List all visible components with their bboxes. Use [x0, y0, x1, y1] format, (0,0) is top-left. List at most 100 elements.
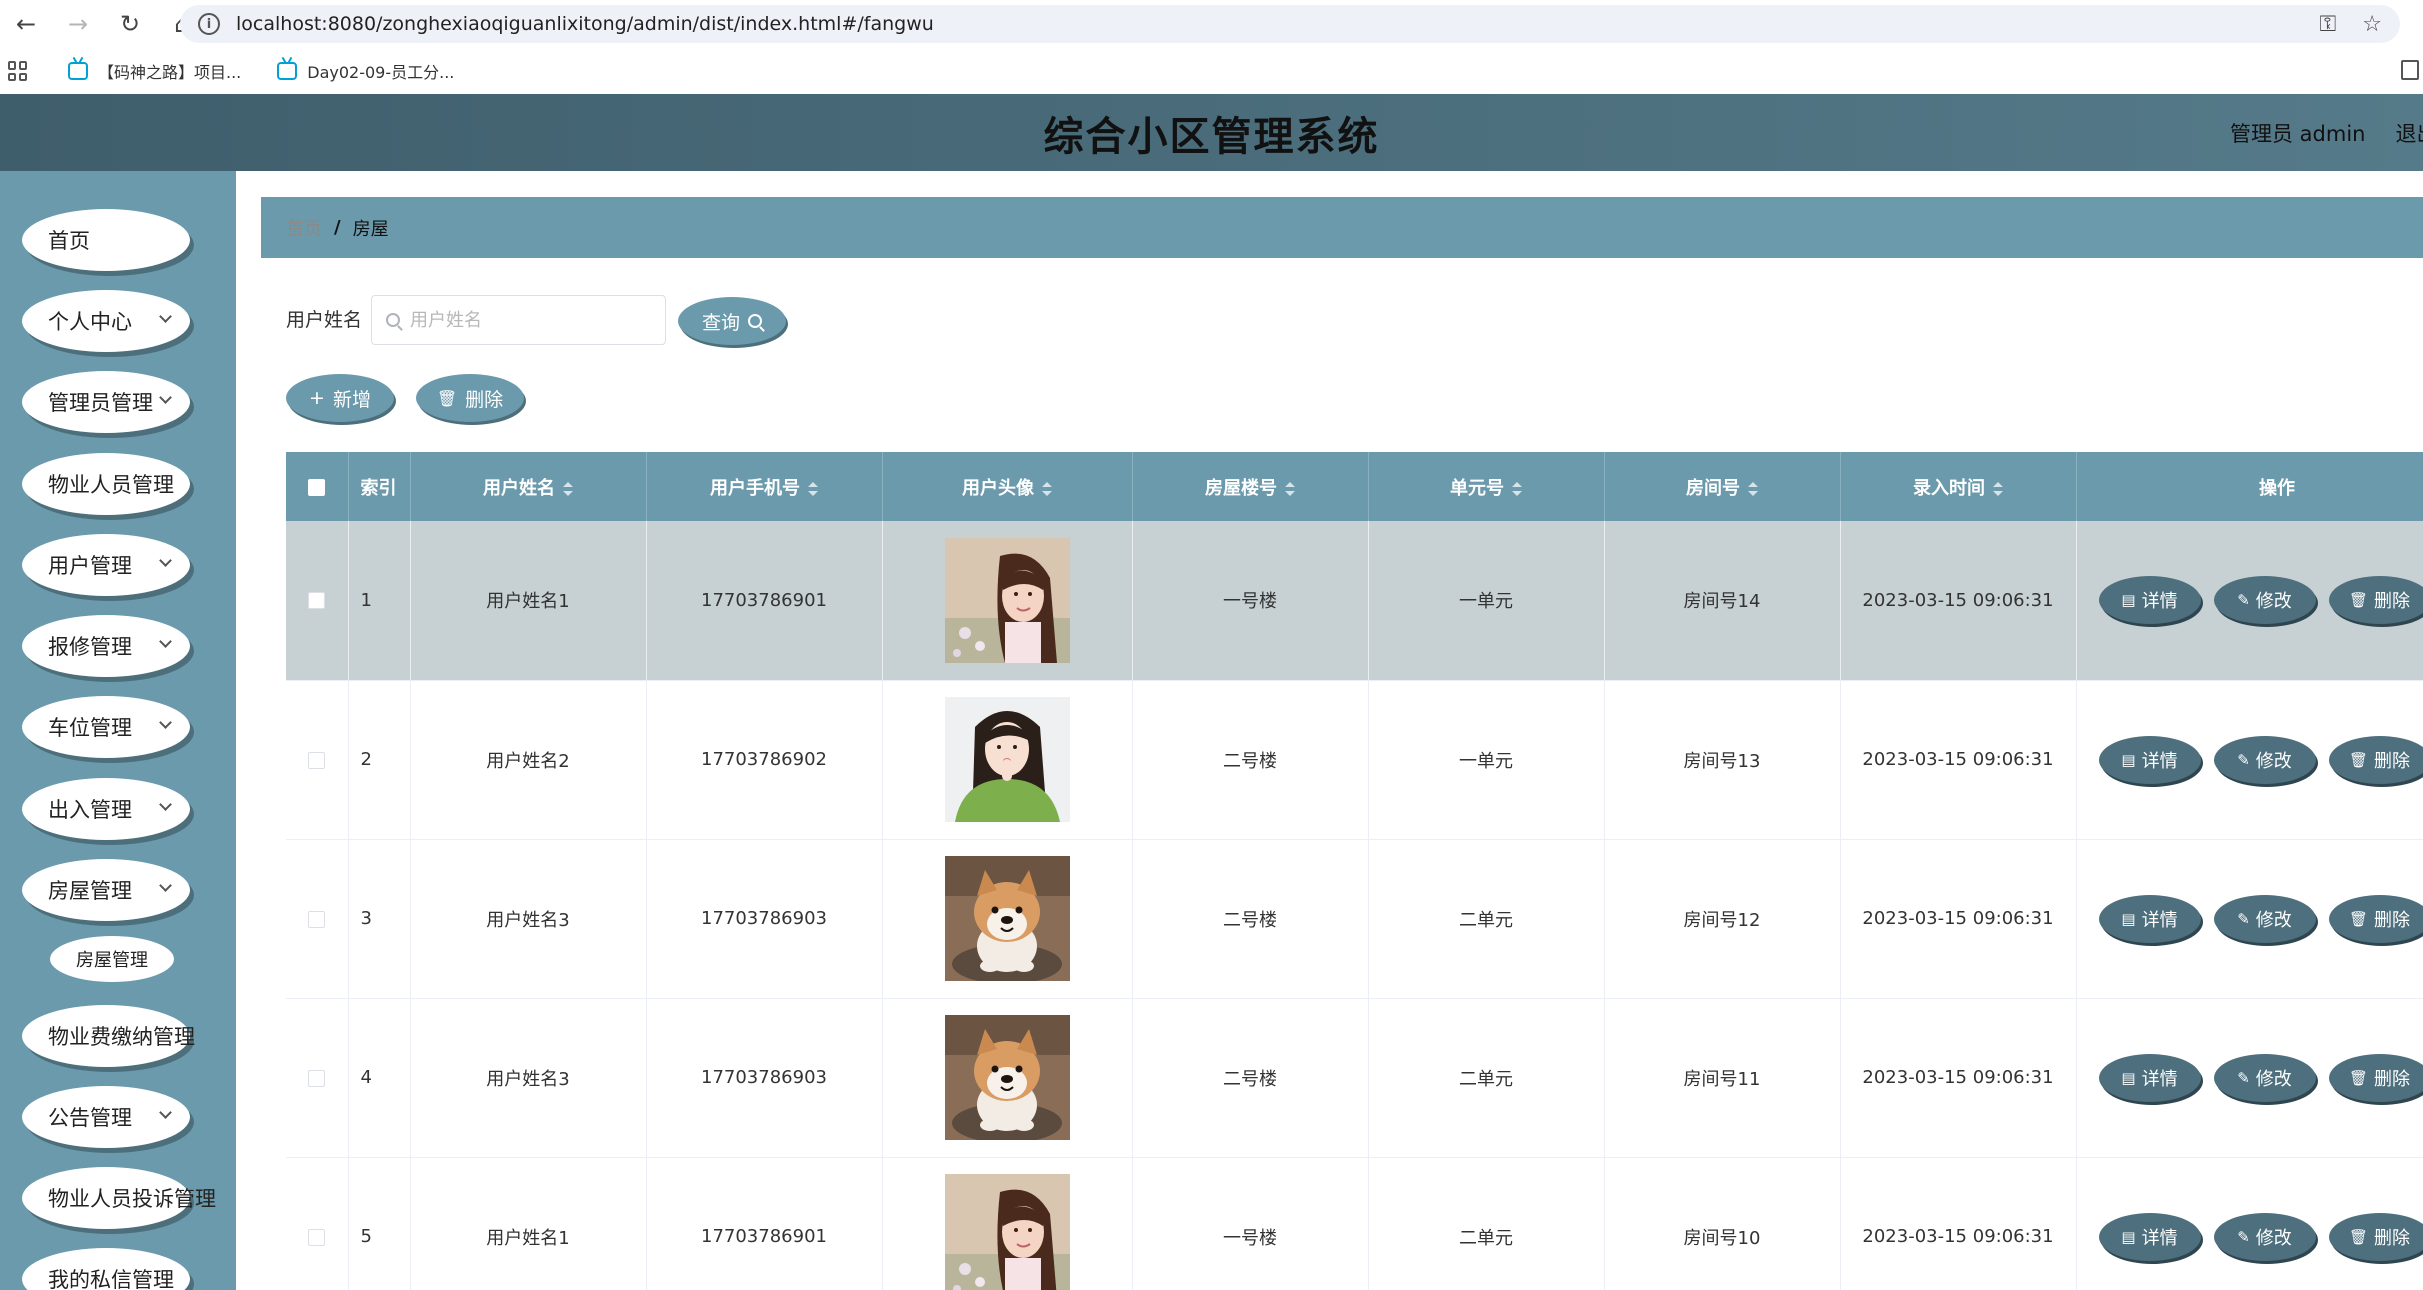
delete-button[interactable]: 🗑 删除 — [2328, 1053, 2423, 1102]
apps-grid-icon[interactable] — [8, 61, 28, 81]
edit-button[interactable]: ✎ 修改 — [2213, 1053, 2316, 1102]
plus-icon: + — [309, 387, 325, 409]
sort-icon[interactable] — [1285, 481, 1295, 496]
site-info-icon[interactable]: i — [198, 13, 220, 35]
sidebar-item-users[interactable]: 用户管理 — [22, 534, 190, 596]
edit-button[interactable]: ✎ 修改 — [2213, 894, 2316, 943]
back-button[interactable]: ← — [0, 0, 52, 48]
cell-actions: ▤ 详情 ✎ 修改 🗑 删除 — [2076, 839, 2423, 999]
sidebar-item-label: 物业费缴纳管理 — [48, 1025, 195, 1049]
column-header-avatar[interactable]: 用户头像 — [882, 452, 1133, 521]
edit-button[interactable]: ✎ 修改 — [2213, 576, 2316, 625]
search-field[interactable] — [371, 295, 666, 345]
column-header-building[interactable]: 房屋楼号 — [1132, 452, 1369, 521]
detail-button[interactable]: ▤ 详情 — [2098, 894, 2201, 943]
sort-icon[interactable] — [563, 481, 573, 496]
column-header-phone[interactable]: 用户手机号 — [646, 452, 883, 521]
batch-delete-button[interactable]: 🗑 删除 — [416, 374, 524, 422]
sidebar: 首页 个人中心 管理员管理 物业人员管理 用户管理 报修管理 车位管理 出入管理… — [0, 171, 236, 1290]
user-avatar-image[interactable] — [944, 856, 1070, 981]
sort-icon[interactable] — [1512, 481, 1522, 496]
bookmark-label: Day02-09-员工分... — [307, 63, 455, 82]
forward-button[interactable]: → — [52, 0, 104, 48]
delete-button[interactable]: 🗑 删除 — [2328, 1212, 2423, 1261]
breadcrumb-home[interactable]: 首页 — [286, 215, 322, 241]
column-header-unit[interactable]: 单元号 — [1368, 452, 1605, 521]
column-header-time[interactable]: 录入时间 — [1840, 452, 2077, 521]
trash-icon: 🗑 — [2348, 1068, 2369, 1087]
cell-room: 房间号13 — [1604, 680, 1841, 840]
sort-icon[interactable] — [1042, 481, 1052, 496]
document-icon: ▤ — [2121, 909, 2136, 928]
sidebar-item-admins[interactable]: 管理员管理 — [22, 371, 190, 433]
cell-avatar — [882, 839, 1133, 999]
cell-unit: 二单元 — [1368, 839, 1605, 999]
table-row[interactable]: 2 用户姓名2 17703786902 二号楼 一单元 房间号13 2023-0… — [286, 680, 2423, 840]
edit-button[interactable]: ✎ 修改 — [2213, 1212, 2316, 1261]
bookmark-star-icon[interactable]: ☆ — [2362, 12, 2382, 37]
detail-button[interactable]: ▤ 详情 — [2098, 1212, 2201, 1261]
sidebar-item-notices[interactable]: 公告管理 — [22, 1086, 190, 1148]
sidebar-item-repairs[interactable]: 报修管理 — [22, 615, 190, 677]
column-header-actions: 操作 — [2076, 452, 2423, 521]
cell-time: 2023-03-15 09:06:31 — [1840, 839, 2077, 999]
table-row[interactable]: 4 用户姓名3 17703786903 二号楼 二单元 房间号11 2023-0… — [286, 998, 2423, 1158]
edit-pen-icon: ✎ — [2237, 1227, 2250, 1246]
delete-button[interactable]: 🗑 删除 — [2328, 576, 2423, 625]
sidebar-item-messages[interactable]: 我的私信管理 — [22, 1248, 190, 1290]
sort-icon[interactable] — [1748, 481, 1758, 496]
key-icon[interactable]: ⚿ — [2320, 12, 2337, 37]
column-header-name[interactable]: 用户姓名 — [410, 452, 647, 521]
reload-button[interactable]: ↻ — [104, 0, 156, 48]
sidebar-item-property-staff[interactable]: 物业人员管理 — [22, 453, 190, 515]
edit-button[interactable]: ✎ 修改 — [2213, 735, 2316, 784]
user-avatar-image[interactable] — [944, 1015, 1070, 1140]
detail-button[interactable]: ▤ 详情 — [2098, 735, 2201, 784]
detail-button[interactable]: ▤ 详情 — [2098, 1053, 2201, 1102]
row-checkbox[interactable] — [308, 910, 326, 928]
all-bookmarks-icon[interactable] — [2401, 60, 2419, 80]
delete-button[interactable]: 🗑 删除 — [2328, 735, 2423, 784]
search-input[interactable] — [410, 309, 640, 331]
edit-pen-icon: ✎ — [2237, 591, 2250, 610]
sidebar-item-parking[interactable]: 车位管理 — [22, 696, 190, 758]
row-checkbox[interactable] — [308, 1228, 326, 1246]
sort-icon[interactable] — [808, 481, 818, 496]
cell-index: 2 — [348, 680, 411, 840]
cell-building: 二号楼 — [1132, 680, 1369, 840]
user-avatar-image[interactable] — [944, 697, 1070, 822]
table-row[interactable]: 1 用户姓名1 17703786901 一号楼 一单元 房间号14 2023-0… — [286, 521, 2423, 681]
row-select-cell — [286, 521, 349, 681]
cell-building: 一号楼 — [1132, 521, 1369, 681]
table-row[interactable]: 3 用户姓名3 17703786903 二号楼 二单元 房间号12 2023-0… — [286, 839, 2423, 999]
detail-button-label: 详情 — [2141, 909, 2178, 931]
bookmark-item[interactable]: Day02-09-员工分... — [277, 59, 454, 83]
sidebar-item-profile[interactable]: 个人中心 — [22, 290, 190, 352]
user-avatar-image[interactable] — [944, 537, 1070, 663]
select-all-checkbox[interactable] — [308, 478, 326, 496]
logout-link[interactable]: 退出 — [2395, 118, 2423, 148]
bookmark-item[interactable]: 【码神之路】项目... — [68, 59, 241, 83]
sidebar-item-property-fee[interactable]: 物业费缴纳管理 — [22, 1005, 195, 1067]
sidebar-item-home[interactable]: 首页 — [22, 209, 190, 271]
sidebar-item-access[interactable]: 出入管理 — [22, 778, 190, 840]
sort-icon[interactable] — [1993, 481, 2003, 496]
detail-button[interactable]: ▤ 详情 — [2098, 576, 2201, 625]
add-button[interactable]: + 新增 — [286, 374, 394, 422]
column-header-room[interactable]: 房间号 — [1604, 452, 1841, 521]
query-button[interactable]: 查询 — [678, 297, 786, 345]
address-bar[interactable]: i localhost:8080/zonghexiaoqiguanlixiton… — [180, 5, 2400, 43]
user-avatar-image[interactable] — [944, 1174, 1070, 1290]
row-checkbox[interactable] — [308, 1069, 326, 1087]
table-row[interactable]: 5 用户姓名1 17703786901 一号楼 二单元 房间号10 2023-0… — [286, 1157, 2423, 1290]
data-table: 索引 用户姓名 用户手机号 用户头像 房屋楼号 单元号 房间号 录入时间 操作 … — [286, 452, 2423, 1290]
row-checkbox[interactable] — [308, 592, 326, 610]
row-checkbox[interactable] — [308, 751, 326, 769]
delete-button[interactable]: 🗑 删除 — [2328, 894, 2423, 943]
cell-phone: 17703786902 — [646, 680, 883, 840]
sidebar-subitem-label: 房屋管理 — [76, 950, 148, 971]
sidebar-item-complaints[interactable]: 物业人员投诉管理 — [22, 1167, 216, 1229]
sidebar-subitem-housing[interactable]: 房屋管理 — [50, 936, 174, 982]
select-all-cell — [286, 452, 349, 521]
sidebar-item-housing[interactable]: 房屋管理 — [22, 859, 190, 921]
